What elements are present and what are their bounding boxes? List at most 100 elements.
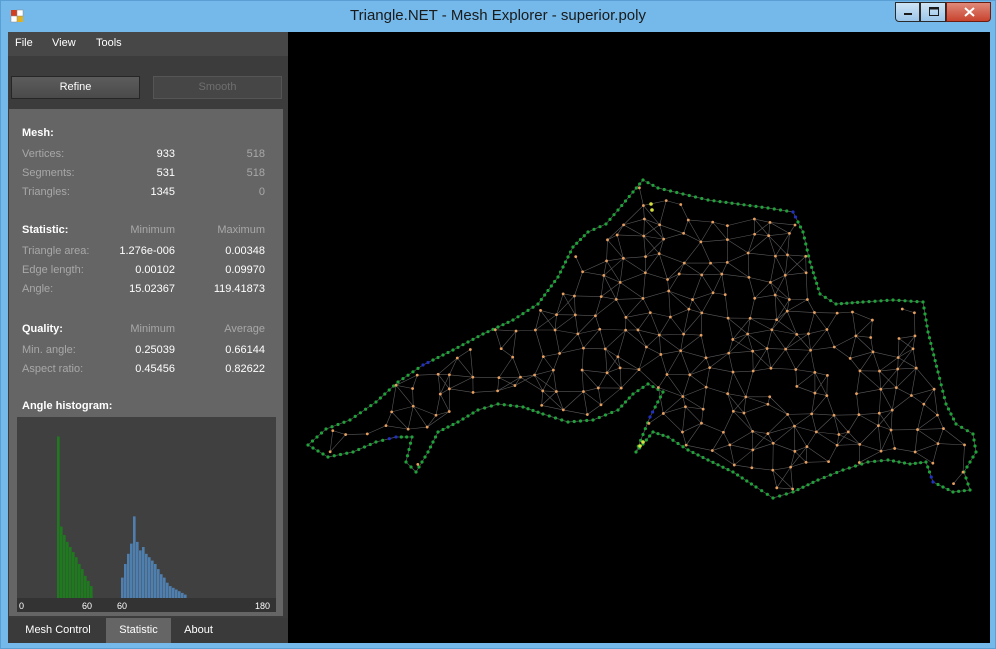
mesh-edge <box>686 444 713 451</box>
tab-mesh-control[interactable]: Mesh Control <box>10 618 106 643</box>
mesh-edge <box>682 431 687 446</box>
interior-vertex <box>365 432 369 436</box>
interior-vertex <box>344 433 348 436</box>
boundary-vertex <box>466 340 470 344</box>
interior-vertex <box>659 353 663 356</box>
mesh-edge <box>896 387 912 396</box>
histogram-max-bar <box>169 586 172 598</box>
refine-button[interactable]: Refine <box>11 76 140 99</box>
interior-vertex <box>731 409 735 413</box>
histogram-max-bar <box>133 516 136 598</box>
interior-vertex <box>893 447 897 450</box>
title-bar[interactable]: Triangle.NET - Mesh Explorer - superior.… <box>1 1 995 32</box>
mesh-edge <box>754 233 769 236</box>
boundary-vertex <box>620 404 624 408</box>
interior-vertex <box>636 328 640 332</box>
mesh-viewport[interactable] <box>288 32 990 643</box>
boundary-vertex <box>627 396 631 400</box>
minimize-button[interactable] <box>895 2 920 22</box>
interior-vertex <box>793 449 797 453</box>
interior-vertex <box>814 430 818 434</box>
interior-vertex <box>753 296 757 300</box>
triangles-label: Triangles: <box>22 186 70 198</box>
interior-vertex <box>415 373 419 377</box>
mesh-edge <box>710 262 728 264</box>
smooth-button[interactable]: Smooth <box>153 76 282 99</box>
boundary-vertex <box>410 435 414 439</box>
boundary-vertex <box>405 435 409 439</box>
mesh-edge <box>470 349 474 378</box>
interior-vertex <box>624 328 628 332</box>
mesh-edge <box>750 317 772 331</box>
mesh-edge <box>834 346 851 359</box>
boundary-vertex <box>740 476 744 480</box>
menu-tools[interactable]: Tools <box>96 37 122 49</box>
mesh-edge <box>643 219 645 237</box>
interior-vertex <box>813 391 817 395</box>
boundary-vertex <box>778 494 782 498</box>
mesh-edge <box>412 406 428 428</box>
mesh-edge <box>712 221 728 240</box>
boundary-vertex <box>572 419 576 424</box>
mesh-edge <box>512 330 517 358</box>
maximize-button[interactable] <box>920 2 946 22</box>
statistics-panel: Mesh: Vertices: 933 518 Segments: 531 51… <box>9 109 283 616</box>
boundary-vertex <box>951 490 955 494</box>
mesh-edge <box>915 443 939 453</box>
interior-vertex <box>784 347 788 351</box>
interior-vertex <box>857 413 861 417</box>
boundary-vertex <box>766 206 770 210</box>
interior-vertex <box>963 443 966 447</box>
boundary-vertex <box>420 460 424 464</box>
boundary-vertex <box>718 200 722 204</box>
statistic-min-header: Minimum <box>130 224 175 236</box>
interior-vertex <box>574 255 578 259</box>
mesh-edge <box>796 372 816 387</box>
boundary-vertex <box>796 220 800 224</box>
mesh-edge <box>658 253 668 280</box>
boundary-vertex <box>553 279 557 284</box>
histogram-tick-60-right: 60 <box>117 601 128 611</box>
interior-vertex <box>619 386 623 390</box>
interior-vertex <box>726 392 730 396</box>
boundary-vertex <box>966 482 970 486</box>
boundary-vertex <box>706 198 710 202</box>
mesh-edge <box>642 298 651 313</box>
interior-vertex <box>553 328 557 332</box>
statistic-max-header: Maximum <box>217 224 265 236</box>
interior-vertex <box>876 424 880 428</box>
mesh-edge <box>643 200 667 206</box>
min-angle-label: Min. angle: <box>22 344 76 356</box>
interior-vertex <box>637 186 641 190</box>
vertices-label: Vertices: <box>22 148 65 160</box>
interior-vertex <box>726 224 729 228</box>
mesh-edge <box>600 387 622 406</box>
mesh-header: Mesh: <box>22 127 54 139</box>
mesh-edge <box>923 403 938 416</box>
boundary-vertex <box>553 416 558 420</box>
menu-view[interactable]: View <box>52 37 76 49</box>
angle-max: 119.41873 <box>213 283 265 295</box>
boundary-vertex <box>847 466 851 470</box>
interior-vertex <box>533 328 537 332</box>
mesh-edge <box>581 348 584 371</box>
interior-vertex <box>837 433 841 436</box>
tab-about[interactable]: About <box>171 618 226 643</box>
mesh-edge <box>574 295 602 297</box>
boundary-vertex <box>426 360 430 365</box>
boundary-vertex <box>784 492 788 496</box>
interior-vertex <box>936 442 940 446</box>
tab-statistic[interactable]: Statistic <box>106 618 171 643</box>
boundary-vertex <box>726 468 730 472</box>
mesh-edge <box>616 298 644 300</box>
close-button[interactable] <box>946 2 991 22</box>
interior-vertex <box>682 332 685 336</box>
interior-vertex <box>688 373 692 377</box>
interior-vertex <box>598 327 602 331</box>
mesh-edge <box>892 395 912 411</box>
boundary-vertex <box>407 447 411 452</box>
boundary-vertex <box>521 312 525 316</box>
menu-file[interactable]: File <box>15 37 33 49</box>
interior-vertex <box>786 253 789 257</box>
mesh-edge <box>814 372 828 396</box>
